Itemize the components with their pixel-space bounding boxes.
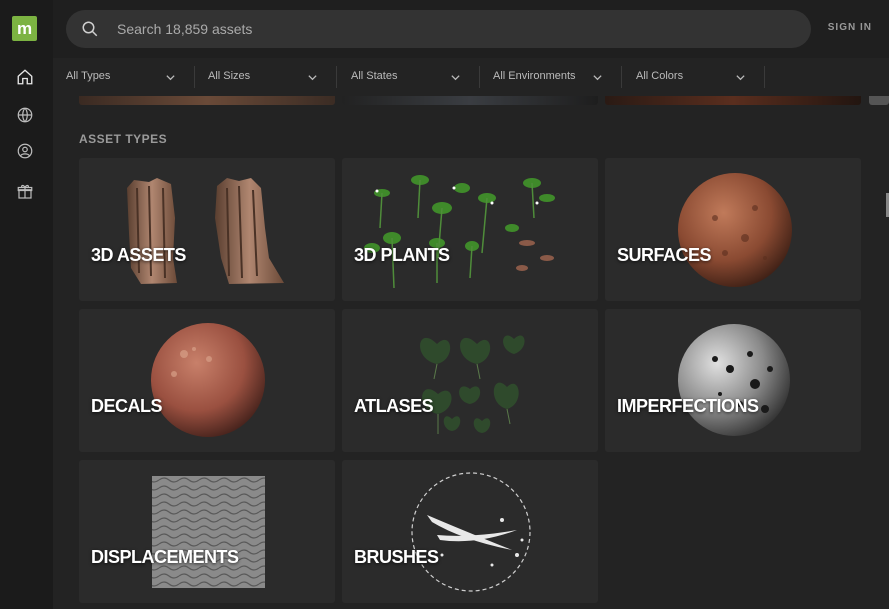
filter-label: All Types: [66, 70, 111, 82]
filter-label: All Environments: [493, 70, 576, 82]
sign-in-link[interactable]: SIGN IN: [828, 22, 872, 33]
asset-type-card-imperfections[interactable]: IMPERFECTIONS: [605, 309, 861, 452]
card-label: SURFACES: [617, 245, 712, 265]
logo[interactable]: m: [12, 16, 37, 41]
search-input[interactable]: [117, 21, 717, 37]
globe-icon[interactable]: [14, 104, 36, 126]
rock-columns-thumbnail: [127, 178, 284, 284]
card-label: IMPERFECTIONS: [617, 396, 759, 416]
previous-row-thumbnail[interactable]: [869, 96, 889, 105]
displacement-thumbnail: [152, 476, 265, 588]
type-filter-dropdown[interactable]: All Types: [53, 66, 195, 88]
asset-type-card-decals[interactable]: DECALS: [79, 309, 335, 452]
surface-sphere-thumbnail: [678, 173, 792, 287]
chevron-down-icon: [593, 75, 602, 81]
card-label: 3D ASSETS: [91, 245, 186, 265]
chevron-down-icon: [308, 75, 317, 81]
leaves-atlas-thumbnail: [420, 335, 525, 434]
logo-letter: m: [16, 19, 33, 38]
state-filter-dropdown[interactable]: All States: [338, 66, 480, 88]
filter-label: All Sizes: [208, 70, 251, 82]
asset-type-card-surfaces[interactable]: SURFACES: [605, 158, 861, 301]
chevron-down-icon: [736, 75, 745, 81]
top-bar: SIGN IN: [53, 0, 889, 58]
section-title: ASSET TYPES: [79, 132, 168, 146]
asset-type-card-atlases[interactable]: ATLASES: [342, 309, 598, 452]
asset-type-card-brushes[interactable]: BRUSHES: [342, 460, 598, 603]
user-circle-icon[interactable]: [14, 140, 36, 162]
home-icon[interactable]: [14, 66, 36, 88]
search-bar[interactable]: [66, 10, 811, 48]
card-label: 3D PLANTS: [354, 245, 450, 265]
size-filter-dropdown[interactable]: All Sizes: [195, 66, 337, 88]
imperfection-sphere-thumbnail: [678, 324, 790, 436]
asset-type-card-3d-plants[interactable]: 3D PLANTS: [342, 158, 598, 301]
sidebar: m: [0, 0, 53, 609]
previous-row-thumbnail[interactable]: [342, 96, 598, 105]
card-label: DECALS: [91, 396, 163, 416]
card-label: ATLASES: [354, 396, 434, 416]
filter-bar: All Types All Sizes All States All Envir…: [53, 58, 889, 96]
filter-label: All Colors: [636, 70, 684, 82]
environment-filter-dropdown[interactable]: All Environments: [480, 66, 622, 88]
previous-row-thumbnail[interactable]: [605, 96, 861, 105]
previous-row-thumbnail[interactable]: [79, 96, 335, 105]
decal-sphere-thumbnail: [151, 323, 265, 437]
asset-type-card-displacements[interactable]: DISPLACEMENTS: [79, 460, 335, 603]
search-icon: [82, 21, 98, 37]
card-label: BRUSHES: [354, 547, 439, 567]
chevron-down-icon: [166, 75, 175, 81]
chevron-down-icon: [451, 75, 460, 81]
gift-icon[interactable]: [14, 181, 36, 203]
color-filter-dropdown[interactable]: All Colors: [623, 66, 765, 88]
asset-type-card-3d-assets[interactable]: 3D ASSETS: [79, 158, 335, 301]
brush-stroke-thumbnail: [411, 472, 531, 592]
card-label: DISPLACEMENTS: [91, 547, 239, 567]
plants-thumbnail: [364, 175, 555, 289]
filter-label: All States: [351, 70, 398, 82]
